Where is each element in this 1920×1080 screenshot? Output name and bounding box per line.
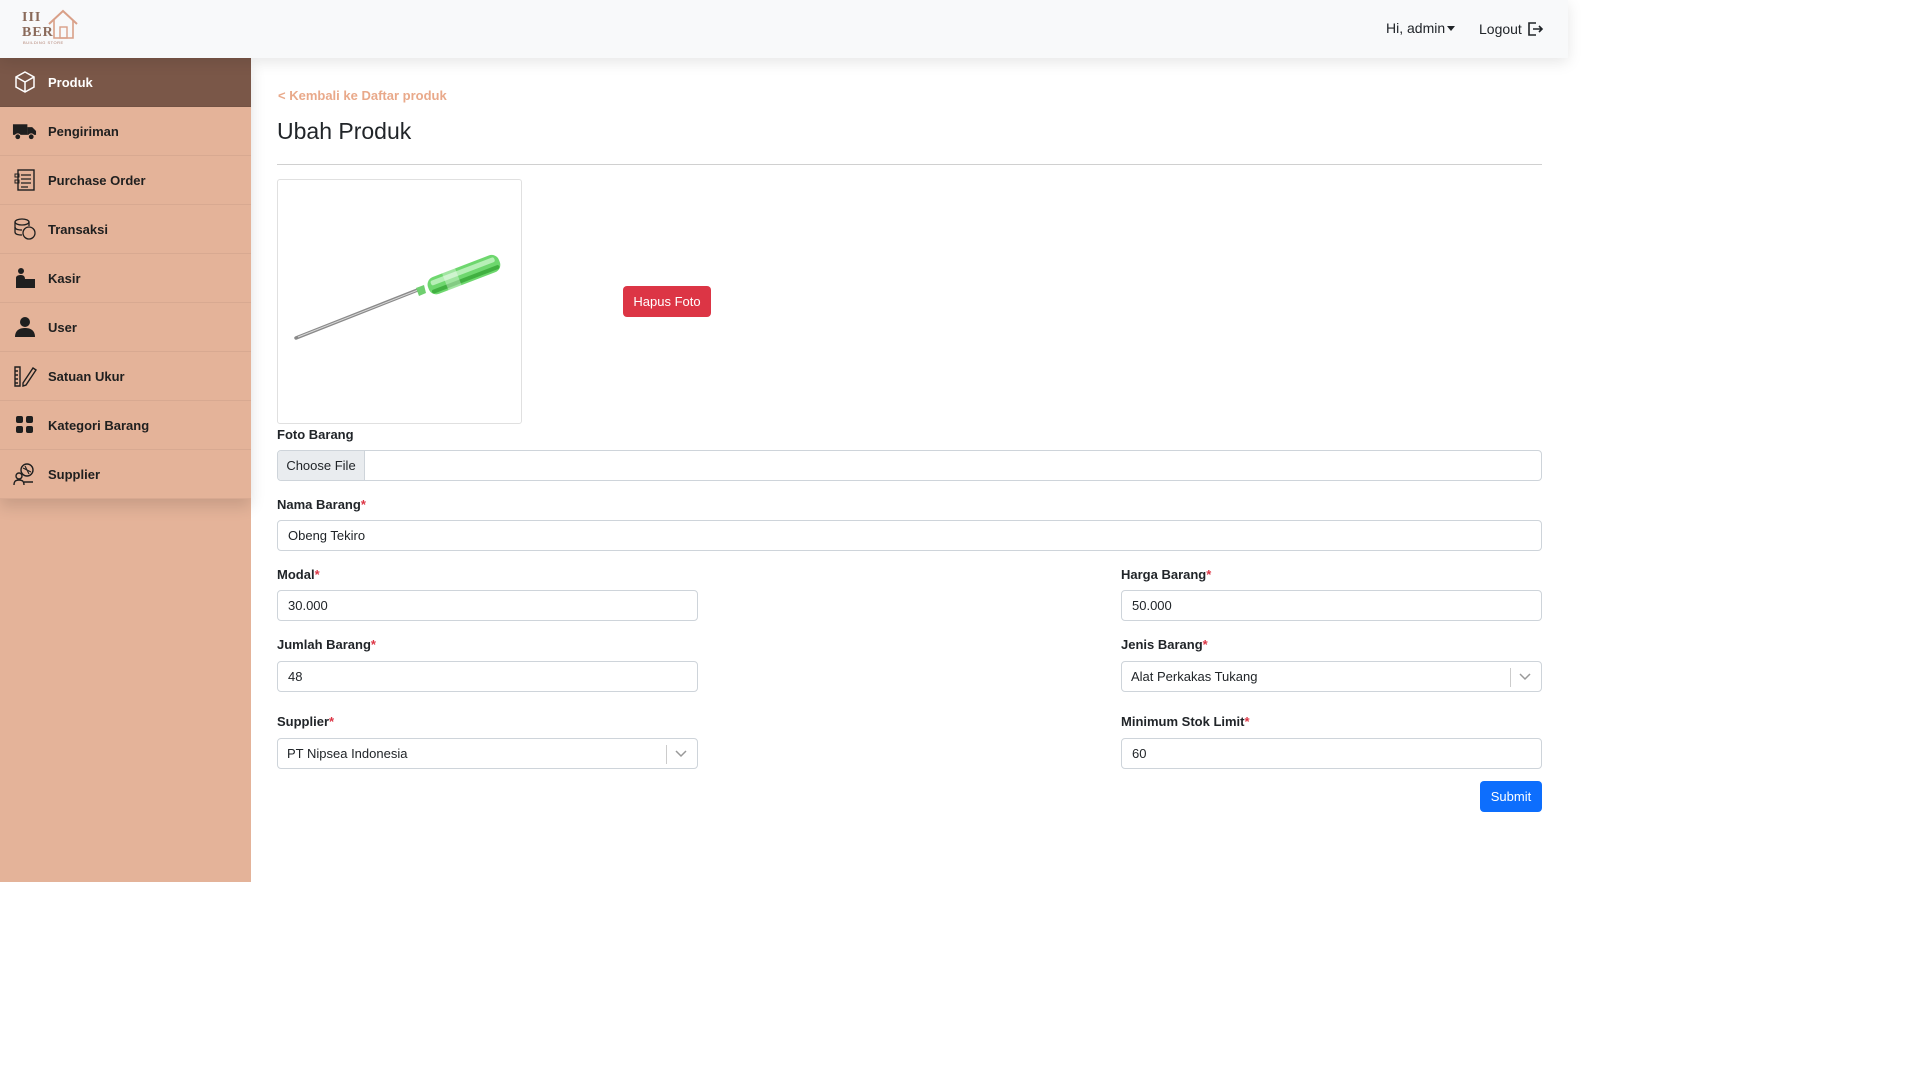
submit-button[interactable]: Submit xyxy=(1480,781,1542,812)
sidebar-item-transaksi[interactable]: Transaksi xyxy=(0,205,251,254)
sidebar-item-supplier[interactable]: Supplier xyxy=(0,450,251,499)
sidebar: Produk Pengiriman Purchase Order Transak… xyxy=(0,58,251,882)
logout-icon xyxy=(1528,22,1543,36)
chevron-down-icon xyxy=(675,750,687,758)
required-mark: * xyxy=(314,567,320,582)
modal-label: Modal* xyxy=(277,567,320,582)
nama-barang-input[interactable]: Obeng Tekiro xyxy=(277,520,1542,551)
required-mark: * xyxy=(1206,567,1212,582)
logout-button[interactable]: Logout xyxy=(1479,20,1544,38)
logo-subtitle: BUILDING STORE xyxy=(23,40,64,45)
sidebar-item-purchase-order[interactable]: Purchase Order xyxy=(0,156,251,205)
back-to-product-list-link[interactable]: < Kembali ke Daftar produk xyxy=(278,88,447,103)
foto-barang-label: Foto Barang xyxy=(277,427,354,442)
truck-icon xyxy=(12,119,37,144)
sidebar-item-user[interactable]: User xyxy=(0,303,251,352)
jumlah-barang-label-text: Jumlah Barang xyxy=(277,637,371,652)
sidebar-item-label: Pengiriman xyxy=(48,123,119,139)
ruler-pencil-icon xyxy=(12,364,37,389)
sidebar-item-kategori-barang[interactable]: Kategori Barang xyxy=(0,401,251,450)
sidebar-item-label: User xyxy=(48,319,77,335)
harga-barang-label: Harga Barang* xyxy=(1121,567,1211,582)
sidebar-item-satuan-ukur[interactable]: Satuan Ukur xyxy=(0,352,251,401)
supplier-label: Supplier* xyxy=(277,714,334,729)
foto-barang-label-text: Foto Barang xyxy=(277,427,354,442)
coins-icon xyxy=(12,217,37,242)
logo-text-top: III xyxy=(22,10,42,25)
minimum-stok-label-text: Minimum Stok Limit xyxy=(1121,714,1245,729)
sidebar-item-kasir[interactable]: Kasir xyxy=(0,254,251,303)
choose-file-button[interactable]: Choose File xyxy=(278,451,365,480)
sidebar-item-label: Satuan Ukur xyxy=(48,368,125,384)
logout-label: Logout xyxy=(1479,21,1522,37)
minimum-stok-value: 60 xyxy=(1132,746,1147,761)
jenis-barang-select[interactable]: Alat Perkakas Tukang xyxy=(1121,661,1542,692)
harga-barang-input[interactable]: 50.000 xyxy=(1121,590,1542,621)
order-list-icon xyxy=(12,168,37,193)
cashier-icon xyxy=(12,266,37,291)
caret-down-icon xyxy=(1447,26,1456,31)
nama-barang-value: Obeng Tekiro xyxy=(288,528,366,543)
photo-file-input[interactable]: Choose File xyxy=(277,450,1542,481)
user-greeting: Hi, admin xyxy=(1386,20,1446,36)
select-separator xyxy=(666,745,667,764)
required-mark: * xyxy=(1202,637,1208,652)
nama-barang-label: Nama Barang* xyxy=(277,497,366,512)
top-navbar: III BER BUILDING STORE Hi, admin Logout xyxy=(0,0,1568,58)
sidebar-item-label: Kasir xyxy=(48,270,81,286)
user-icon xyxy=(12,315,37,340)
required-mark: * xyxy=(370,637,376,652)
required-mark: * xyxy=(329,714,335,729)
modal-input[interactable]: 30.000 xyxy=(277,590,698,621)
modal-value: 30.000 xyxy=(288,598,328,613)
harga-barang-value: 50.000 xyxy=(1132,598,1172,613)
category-grid-icon xyxy=(12,413,37,438)
delete-photo-button[interactable]: Hapus Foto xyxy=(623,286,711,317)
sidebar-item-label: Purchase Order xyxy=(48,172,146,188)
product-photo xyxy=(277,179,522,424)
divider xyxy=(277,164,1542,165)
screwdriver-image xyxy=(294,254,501,340)
sidebar-item-label: Supplier xyxy=(48,466,101,482)
jumlah-barang-value: 48 xyxy=(288,669,303,684)
sidebar-item-produk[interactable]: Produk xyxy=(0,58,251,107)
sidebar-item-label: Produk xyxy=(48,74,93,90)
house-icon xyxy=(48,9,78,39)
modal-label-text: Modal xyxy=(277,567,315,582)
required-mark: * xyxy=(360,497,366,512)
minimum-stok-label: Minimum Stok Limit* xyxy=(1121,714,1250,729)
box-icon xyxy=(12,70,37,95)
sidebar-item-pengiriman[interactable]: Pengiriman xyxy=(0,107,251,156)
page-title: Ubah Produk xyxy=(277,118,412,144)
jenis-barang-selected-value: Alat Perkakas Tukang xyxy=(1131,669,1258,684)
supplier-icon xyxy=(12,462,37,487)
select-separator xyxy=(1510,668,1511,687)
minimum-stok-input[interactable]: 60 xyxy=(1121,738,1542,769)
brand-logo[interactable]: III BER BUILDING STORE xyxy=(22,8,82,48)
supplier-label-text: Supplier xyxy=(277,714,330,729)
jumlah-barang-label: Jumlah Barang* xyxy=(277,637,376,652)
sidebar-item-label: Transaksi xyxy=(48,221,108,237)
nama-barang-label-text: Nama Barang xyxy=(277,497,361,512)
jenis-barang-label-text: Jenis Barang xyxy=(1121,637,1203,652)
user-dropdown[interactable]: Hi, admin xyxy=(1386,20,1456,36)
required-mark: * xyxy=(1244,714,1250,729)
jumlah-barang-input[interactable]: 48 xyxy=(277,661,698,692)
harga-barang-label-text: Harga Barang xyxy=(1121,567,1207,582)
supplier-selected-value: PT Nipsea Indonesia xyxy=(287,746,408,761)
sidebar-item-label: Kategori Barang xyxy=(48,417,150,433)
chevron-down-icon xyxy=(1519,673,1531,681)
sidebar-menu: Produk Pengiriman Purchase Order Transak… xyxy=(0,58,251,499)
supplier-select[interactable]: PT Nipsea Indonesia xyxy=(277,738,698,769)
jenis-barang-label: Jenis Barang* xyxy=(1121,637,1208,652)
